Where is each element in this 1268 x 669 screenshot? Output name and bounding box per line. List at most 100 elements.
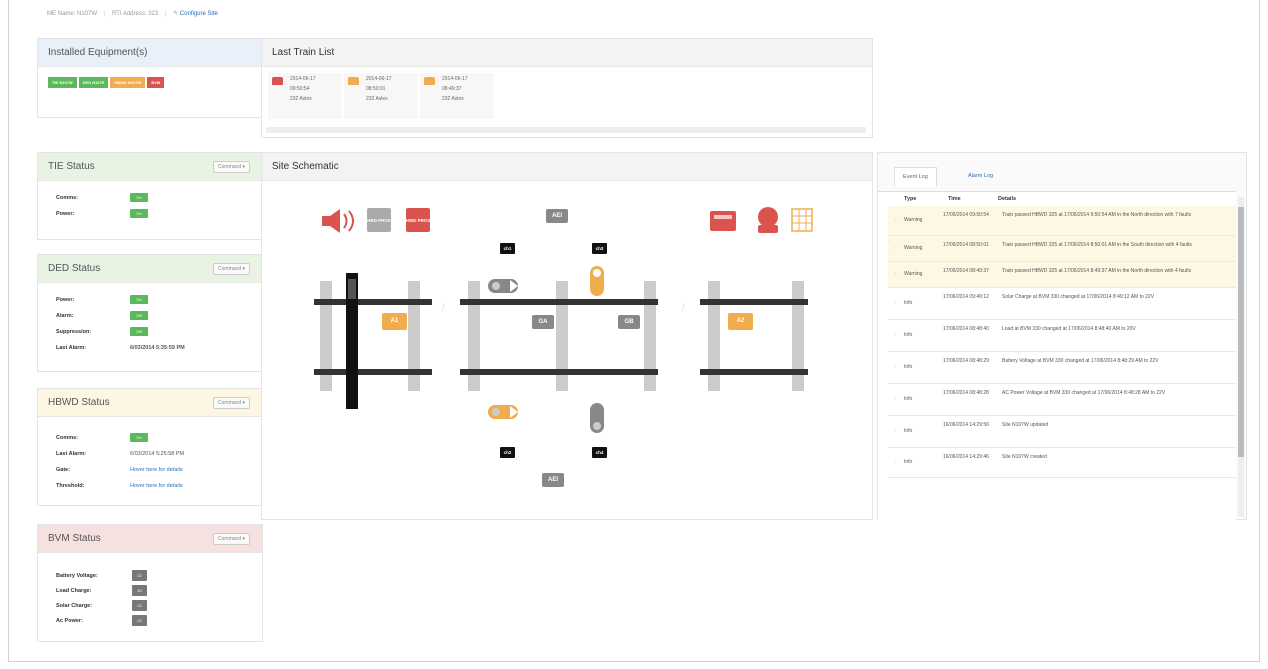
bvm-command-dropdown[interactable]: Command ▾ (213, 532, 250, 545)
ded-last-alarm-label: Last Alarm: (56, 345, 87, 351)
event-details: AC Power Voltage at BVM 330 changed at 1… (1002, 390, 1166, 396)
tie-command-dropdown[interactable]: Command ▾ (213, 160, 250, 173)
tie-comms-label: Comms: (56, 195, 79, 201)
configure-site-link[interactable]: Configure Site (180, 11, 218, 17)
event-time: 17/06/2014 08:49:37 (943, 268, 989, 274)
train-icon (348, 77, 359, 85)
ded-last-alarm-value: 6/03/2014 5:35:59 PM (130, 345, 185, 351)
ded-status-panel: DED Status Command ▾ Power: On Alarm: Of… (37, 254, 263, 372)
ded-power-badge: On (130, 295, 148, 304)
event-row[interactable]: › Warning 17/06/2014 08:50:01 Train passed … (888, 236, 1236, 262)
train-item[interactable]: 2014-06-17 09:50:54 232 Axles (268, 73, 342, 119)
tab-event-log[interactable]: Event Log (894, 167, 937, 187)
train-date: 2014-06-17 (290, 76, 316, 82)
ded-alarm-badge: Off (130, 311, 148, 320)
bvm-status-title: BVM Status (48, 533, 101, 544)
chevron-right-icon[interactable]: › (895, 396, 897, 402)
bvm-load-badge: 20 (132, 585, 147, 596)
chevron-right-icon[interactable]: › (895, 217, 897, 223)
tie-status-title: TIE Status (48, 161, 95, 172)
rti-address: 323 (148, 11, 159, 17)
event-time: 17/06/2014 08:50:01 (943, 242, 989, 248)
hbwd-gate-label: Gate: (56, 467, 71, 473)
event-row[interactable]: › Warning 17/06/2014 08:49:37 Train passed … (888, 262, 1236, 288)
event-rows: › Warning 17/06/2014 09:50:54 Train passed … (888, 206, 1236, 521)
event-details: Site N107W updated (1002, 422, 1049, 428)
gb-label: GB (618, 315, 640, 329)
hbwd-last-alarm-label: Last Alarm: (56, 451, 87, 457)
aei-bottom-label: AEI (542, 473, 564, 487)
train-time: 09:50:54 (290, 86, 310, 92)
col-type-header[interactable]: Type (904, 196, 916, 202)
train-item[interactable]: 2014-06-17 08:50:01 232 Axles (344, 73, 418, 119)
site-schematic-panel: Site Schematic / / HBD PROX HWD PROX AEI… (261, 152, 873, 520)
event-row[interactable]: › Info 16/06/2014 14:29:56 Site N107W updat… (888, 416, 1236, 448)
hbwd-threshold-link[interactable]: Hover here for details (130, 483, 183, 489)
svg-text:/: / (682, 303, 685, 314)
train-date: 2014-06-17 (366, 76, 392, 82)
panel-icon (791, 208, 813, 232)
hbwd-comms-label: Comms: (56, 435, 79, 441)
chevron-right-icon[interactable]: › (895, 428, 897, 434)
aei-top-label: AEI (546, 209, 568, 223)
chevron-right-icon[interactable]: › (895, 245, 897, 251)
equipment-tag-bvm[interactable]: BVM (147, 77, 165, 88)
hwd-prox-label: HWD PROX (406, 218, 431, 223)
hbwd-comms-badge: On (130, 433, 148, 442)
train-time: 08:49:37 (442, 86, 462, 92)
ded-suppression-badge: Off (130, 327, 148, 336)
equipment-tag-hbwd[interactable]: HBWD N107W (110, 77, 146, 88)
chevron-right-icon[interactable]: › (895, 332, 897, 338)
event-scrollbar[interactable] (1238, 197, 1244, 517)
site-name-label: ME Name: (47, 11, 76, 17)
installed-equipment-panel: Installed Equipment(s) TIE N107W DED N10… (37, 38, 263, 118)
bvm-ac-badge: 22 (132, 615, 147, 626)
a2-label: A2 (728, 313, 753, 330)
rti-address-label: RTI Address: (111, 11, 147, 17)
col-time-header[interactable]: Time (948, 196, 961, 202)
panel-header: DED Status Command ▾ (38, 255, 262, 283)
chevron-right-icon[interactable]: › (895, 300, 897, 306)
chevron-right-icon[interactable]: › (895, 271, 897, 277)
event-time: 16/06/2014 14:29:56 (943, 422, 989, 428)
train-icon (424, 77, 435, 85)
event-type: Info (904, 459, 913, 465)
event-row[interactable]: › Info 17/06/2014 08:48:40 Load at BVM 330 … (888, 320, 1236, 352)
tab-alarm-log[interactable]: Alarm Log (968, 173, 993, 179)
event-time: 17/06/2014 08:48:40 (943, 326, 989, 332)
train-item[interactable]: 2014-06-17 08:49:37 232 Axles (420, 73, 494, 119)
horizontal-scrollbar[interactable] (266, 127, 866, 133)
chevron-right-icon[interactable]: › (895, 459, 897, 465)
ch4-label: ch4 (592, 447, 607, 458)
tie-power-label: Power: (56, 211, 75, 217)
event-row[interactable]: › Warning 17/06/2014 09:50:54 Train passed … (888, 206, 1236, 236)
train-axles: 232 Axles (442, 96, 464, 102)
hbwd-status-title: HBWD Status (48, 397, 110, 408)
bvm-battery-label: Battery Voltage: (56, 573, 98, 579)
panel-header: Last Train List (262, 39, 872, 67)
equipment-tag-ded[interactable]: DED N107E (78, 77, 109, 88)
event-type: Warning (904, 271, 923, 277)
event-row[interactable]: › Info 17/06/2014 08:48:28 AC Power Voltage… (888, 384, 1236, 416)
hbwd-gate-link[interactable]: Hover here for details (130, 467, 183, 473)
hbwd-command-dropdown[interactable]: Command ▾ (213, 396, 250, 409)
event-time: 17/06/2014 09:49:12 (943, 294, 989, 300)
event-type: Warning (904, 217, 923, 223)
event-row[interactable]: › Info 17/06/2014 08:48:29 Battery Voltage … (888, 352, 1236, 384)
equipment-tag-tie[interactable]: TIE N107W (48, 77, 77, 88)
event-row[interactable]: › Info 16/06/2014 14:29:46 Site N107W creat… (888, 448, 1236, 478)
tie-power-badge: On (130, 209, 148, 218)
site-name: N107W (77, 11, 98, 17)
ded-command-dropdown[interactable]: Command ▾ (213, 262, 250, 275)
page: ME Name: N107W | RTI Address: 323 | ✎ Co… (8, 0, 1260, 662)
last-train-title: Last Train List (272, 47, 335, 58)
event-details: Battery Voltage at BVM 330 changed at 17… (1002, 358, 1159, 364)
equipment-tag-list: TIE N107W DED N107E HBWD N107W BVM (38, 67, 238, 98)
event-row[interactable]: › Info 17/06/2014 09:49:12 Solar Charge at … (888, 288, 1236, 320)
ded-power-label: Power: (56, 297, 75, 303)
event-type: Info (904, 428, 913, 434)
chevron-right-icon[interactable]: › (895, 364, 897, 370)
event-details: Train passed HBWD 325 at 17/06/2014 8:50… (1002, 242, 1192, 248)
col-details-header[interactable]: Details (998, 196, 1016, 202)
bvm-solar-label: Solar Charge: (56, 603, 93, 609)
